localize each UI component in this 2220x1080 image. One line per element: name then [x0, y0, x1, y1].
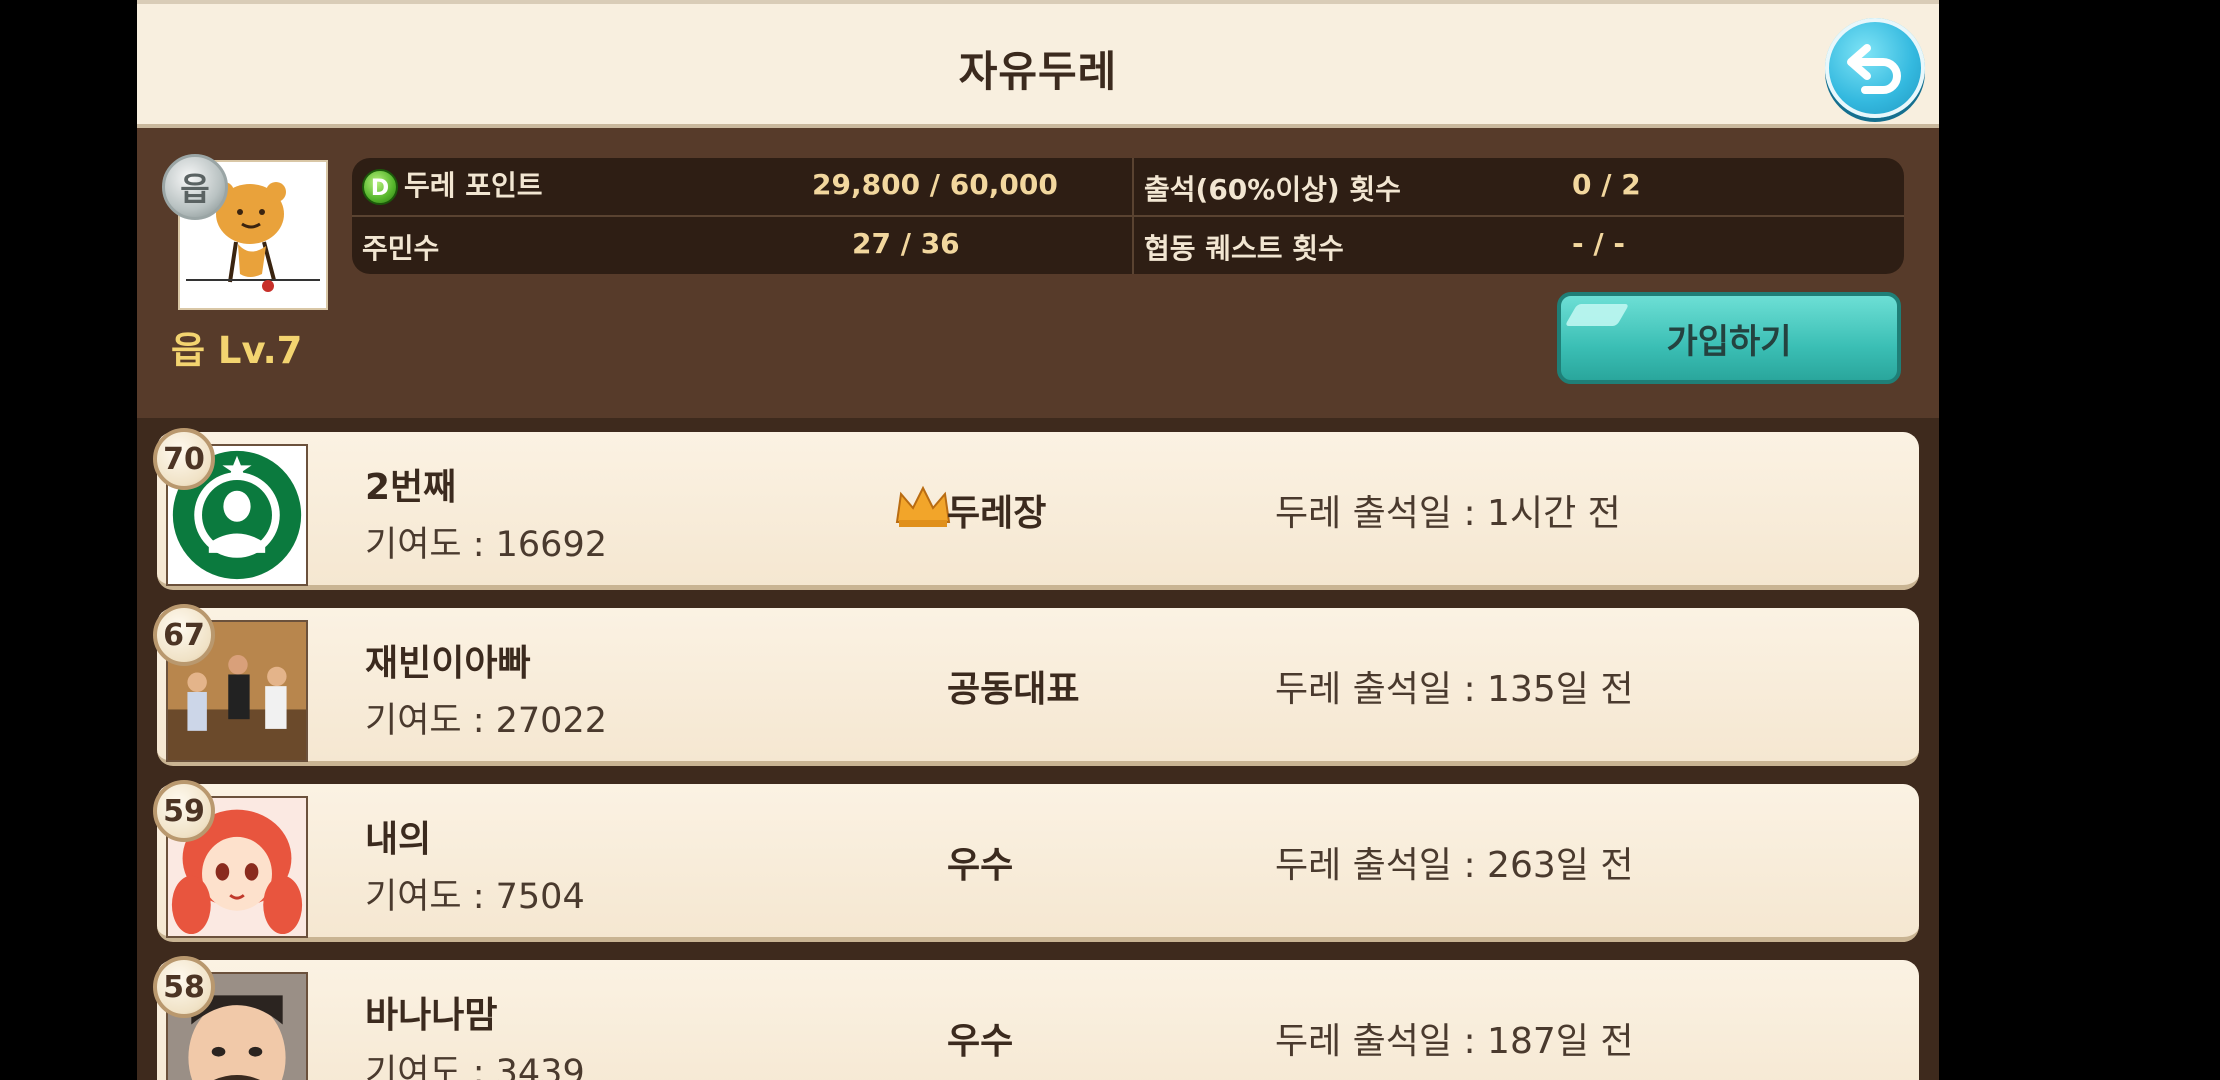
member-name: 재빈이아빠 [365, 643, 531, 684]
member-contribution: 기여도 : 3439 [365, 1053, 585, 1080]
member-level-badge: 58 [153, 956, 215, 1018]
list-item[interactable]: 67 재빈이아빠 기여도 : 27022 공동대표 두레 출석일 : 135일 … [153, 604, 1919, 766]
member-level-badge: 67 [153, 604, 215, 666]
app-window: 자유두레 읍 읍 Lv.7 D 두레 포인트 29,800 / 60,000 출… [137, 0, 1939, 1080]
join-button[interactable]: 가입하기 [1557, 292, 1901, 384]
member-role: 우수 [947, 1021, 1014, 1062]
d-point-icon: D [362, 169, 398, 205]
points-label: 두레 포인트 [404, 169, 543, 202]
points-value: 29,800 / 60,000 [812, 168, 1058, 201]
list-item[interactable]: 58 바나나맘 기여도 : 3439 우수 두레 출석일 : 187일 전 [153, 956, 1919, 1080]
member-name: 2번째 [365, 467, 457, 508]
header-bar: 자유두레 [137, 0, 1939, 128]
quest-value: - / - [1572, 227, 1625, 260]
member-contribution: 기여도 : 7504 [365, 877, 585, 917]
member-attendance: 두레 출석일 : 187일 전 [1275, 1021, 1634, 1062]
stats-row: 주민수 27 / 36 협동 퀘스트 횟수 - / - [352, 217, 1904, 274]
member-attendance: 두레 출석일 : 263일 전 [1275, 845, 1634, 886]
member-role: 공동대표 [947, 669, 1080, 710]
crown-icon [895, 485, 951, 527]
guild-level: 읍 Lv.7 [171, 329, 303, 372]
back-arrow-icon [1847, 44, 1901, 94]
points-label-cell: D 두레 포인트 [362, 164, 543, 205]
grade-badge: 읍 [162, 154, 228, 220]
residents-label: 주민수 [362, 232, 440, 265]
member-level-badge: 59 [153, 780, 215, 842]
guild-stats-table: D 두레 포인트 29,800 / 60,000 출석(60%이상) 횟수 0 /… [352, 158, 1904, 274]
member-contribution: 기여도 : 16692 [365, 525, 607, 565]
attendance-value: 0 / 2 [1572, 168, 1641, 201]
back-button[interactable] [1825, 18, 1925, 118]
member-level-badge: 70 [153, 428, 215, 490]
member-role: 두레장 [947, 493, 1047, 534]
member-list[interactable]: 70 2번째 기여도 : 16692 두레장 두레 출석일 : 1시간 전 67… [137, 418, 1939, 1080]
stats-row: D 두레 포인트 29,800 / 60,000 출석(60%이상) 횟수 0 /… [352, 158, 1904, 217]
member-attendance: 두레 출석일 : 135일 전 [1275, 669, 1634, 710]
member-contribution: 기여도 : 27022 [365, 701, 607, 741]
attendance-label: 출석(60%이상) 횟수 [1144, 173, 1401, 206]
quest-label: 협동 퀘스트 횟수 [1144, 232, 1344, 265]
residents-value: 27 / 36 [852, 227, 960, 260]
list-item[interactable]: 59 내의 기여도 : 7504 우수 두레 출석일 : 263일 전 [153, 780, 1919, 942]
stats-divider [1132, 158, 1134, 274]
member-name: 내의 [365, 819, 432, 860]
join-button-label: 가입하기 [1666, 321, 1792, 362]
list-item[interactable]: 70 2번째 기여도 : 16692 두레장 두레 출석일 : 1시간 전 [153, 428, 1919, 590]
member-name: 바나나맘 [365, 995, 498, 1036]
member-attendance: 두레 출석일 : 1시간 전 [1275, 493, 1621, 534]
page-title: 자유두레 [958, 47, 1118, 96]
member-role: 우수 [947, 845, 1014, 886]
guild-info-panel: 읍 읍 Lv.7 D 두레 포인트 29,800 / 60,000 출석(60%이… [137, 128, 1939, 418]
